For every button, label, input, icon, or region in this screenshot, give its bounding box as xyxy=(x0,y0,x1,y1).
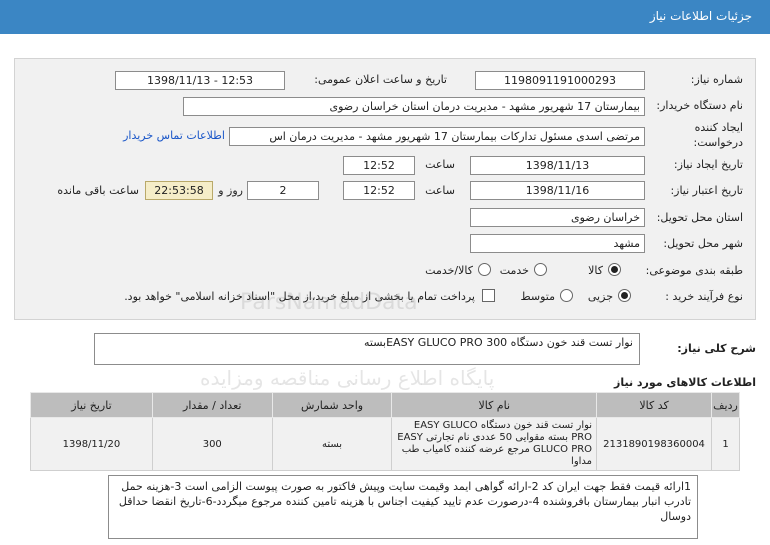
buyer-notes: 1ارائه قیمت فقط جهت ایران کد 2-ارائه گوا… xyxy=(108,475,698,539)
page-title: جزئیات اطلاعات نیاز xyxy=(649,9,752,23)
cell-unit: بسته xyxy=(271,417,393,471)
watermark-tagline: پایگاه اطلاع رسانی مناقصه ومزایده xyxy=(200,366,495,390)
process-option-medium: متوسط xyxy=(520,290,555,303)
category-option-goods-service: کالا/خدمت xyxy=(425,264,473,277)
created-time-label: ساعت xyxy=(425,158,455,171)
page-header: جزئیات اطلاعات نیاز xyxy=(0,0,770,34)
validity-time-label: ساعت xyxy=(425,184,455,197)
items-section-title: اطلاعات کالاهای مورد نیاز xyxy=(614,376,756,389)
province-label: استان محل تحویل: xyxy=(656,211,743,224)
remaining-days-field: 2 xyxy=(247,181,319,200)
city-field: مشهد xyxy=(470,234,645,253)
category-label: طبقه بندی موضوعی: xyxy=(645,264,743,277)
cell-code: 2131890198360004 xyxy=(596,417,713,471)
remaining-time-field: 22:53:58 xyxy=(145,181,213,200)
process-label: نوع فرآیند خرید : xyxy=(665,290,743,303)
need-number-label: شماره نیاز: xyxy=(690,73,743,86)
created-date-field: 1398/11/13 xyxy=(470,156,645,175)
buyer-contact-link[interactable]: اطلاعات تماس خریدار xyxy=(123,129,225,142)
buyer-field: بیمارستان 17 شهریور مشهد - مدیریت درمان … xyxy=(183,97,645,116)
col-row: ردیف xyxy=(711,392,740,418)
col-date: تاریخ نیاز xyxy=(30,392,153,418)
creator-label-line1: ایجاد کننده xyxy=(694,121,743,134)
created-time-field: 12:52 xyxy=(343,156,415,175)
cell-date: 1398/11/20 xyxy=(30,417,153,471)
validity-date-field: 1398/11/16 xyxy=(470,181,645,200)
treasury-payment-checkbox[interactable] xyxy=(482,289,495,302)
cell-name: نوار تست قند خون دستگاه EASY GLUCO PRO ب… xyxy=(391,417,598,471)
items-table-wrapper: ردیف کد کالا نام کالا واحد شمارش تعداد /… xyxy=(30,392,740,471)
creator-label-line2: درخواست: xyxy=(693,136,743,149)
process-radio-medium[interactable] xyxy=(560,289,573,302)
announce-date-field: 1398/11/13 - 12:53 xyxy=(115,71,285,90)
col-name: نام کالا xyxy=(391,392,598,418)
general-description-field: نوار تست قند خون دستگاه EASY GLUCO PRO 3… xyxy=(94,333,640,365)
treasury-payment-note: پرداخت تمام یا بخشی از مبلغ خرید،از محل … xyxy=(124,290,475,303)
created-date-label: تاریخ ایجاد نیاز: xyxy=(673,158,743,171)
days-label: روز و xyxy=(218,184,243,197)
process-option-minor: جزیی xyxy=(587,290,613,303)
category-radio-goods-service[interactable] xyxy=(478,263,491,276)
province-field: خراسان رضوی xyxy=(470,208,645,227)
category-option-goods: کالا xyxy=(588,264,603,277)
cell-row: 1 xyxy=(711,417,740,471)
category-option-service: خدمت xyxy=(499,264,529,277)
cell-qty: 300 xyxy=(151,417,273,471)
announce-date-label: تاریخ و ساعت اعلان عمومی: xyxy=(314,73,447,86)
remaining-time-label: ساعت باقی مانده xyxy=(57,184,139,197)
buyer-label: نام دستگاه خریدار: xyxy=(656,99,743,112)
need-details-panel: شماره نیاز: 1198091191000293 تاریخ و ساع… xyxy=(14,58,756,320)
city-label: شهر محل تحویل: xyxy=(663,237,743,250)
table-row: 1 2131890198360004 نوار تست قند خون دستگ… xyxy=(30,417,740,471)
col-unit: واحد شمارش xyxy=(271,392,393,418)
category-radio-service[interactable] xyxy=(534,263,547,276)
general-description-label: شرح کلی نیاز: xyxy=(677,342,756,355)
process-radio-minor[interactable] xyxy=(618,289,631,302)
category-radio-goods[interactable] xyxy=(608,263,621,276)
validity-time-field: 12:52 xyxy=(343,181,415,200)
creator-field: مرتضی اسدی مسئول تدارکات بیمارستان 17 شه… xyxy=(229,127,645,146)
items-table: ردیف کد کالا نام کالا واحد شمارش تعداد /… xyxy=(30,392,740,471)
need-number-field: 1198091191000293 xyxy=(475,71,645,90)
validity-date-label: تاریخ اعتبار نیاز: xyxy=(670,184,743,197)
col-code: کد کالا xyxy=(596,392,713,418)
col-qty: تعداد / مقدار xyxy=(151,392,273,418)
items-table-header: ردیف کد کالا نام کالا واحد شمارش تعداد /… xyxy=(30,392,740,418)
